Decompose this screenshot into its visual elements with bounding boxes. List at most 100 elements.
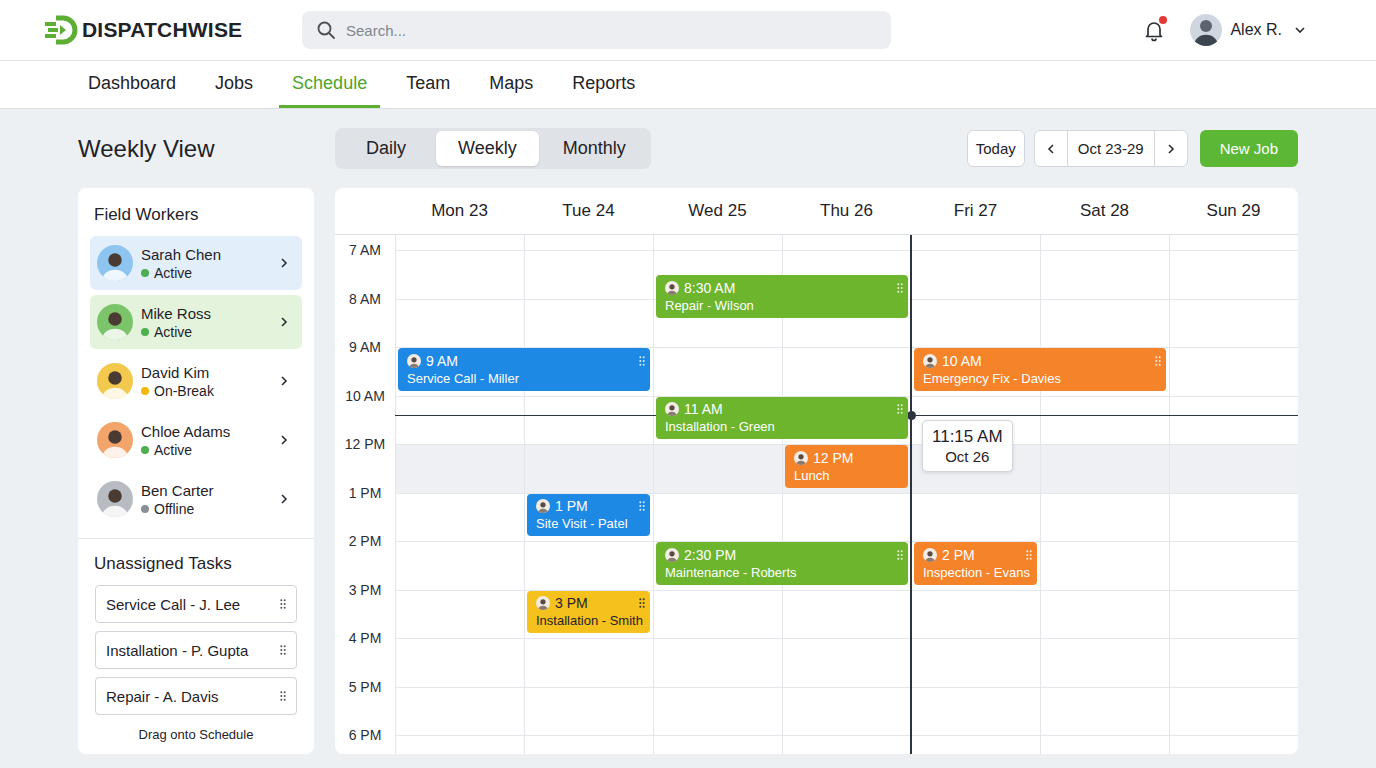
page-title: Weekly View (78, 135, 314, 163)
person-icon (97, 304, 133, 340)
worker-avatar (97, 245, 133, 281)
notifications-button[interactable] (1142, 18, 1166, 42)
view-button[interactable]: Monthly (541, 131, 648, 166)
worker-status: On-Break (141, 382, 270, 400)
user-name: Alex R. (1230, 21, 1282, 39)
user-menu[interactable]: Alex R. (1190, 14, 1306, 46)
worker-name: Chloe Adams (141, 422, 270, 441)
nav-tab[interactable]: Team (393, 61, 463, 108)
day-header-row: Mon 23Tue 24Wed 25Thu 26Fri 27Sat 28Sun … (335, 188, 1298, 235)
time-label: 3 PM (335, 590, 395, 606)
view-button[interactable]: Weekly (436, 131, 539, 166)
event-avatar (407, 354, 421, 368)
worker-status: Active (141, 323, 270, 341)
previous-week-button[interactable] (1035, 131, 1067, 166)
time-label: 1 PM (335, 493, 395, 509)
day-column (1169, 235, 1298, 754)
hour-line (395, 638, 1298, 639)
next-week-button[interactable] (1155, 131, 1187, 166)
person-icon (97, 363, 133, 399)
drag-handle-icon (280, 645, 286, 655)
drag-handle-icon[interactable] (897, 550, 903, 560)
drag-handle-icon[interactable] (1026, 550, 1032, 560)
new-job-button[interactable]: New Job (1200, 130, 1298, 167)
day-column (1040, 235, 1169, 754)
person-icon (97, 481, 133, 517)
time-label: 5 PM (335, 687, 395, 703)
drag-handle-icon[interactable] (639, 598, 645, 608)
calendar-event[interactable]: 3 PM Installation - Smith (527, 591, 650, 634)
day-column (395, 235, 524, 754)
calendar-event[interactable]: 2 PM Inspection - Evans (914, 542, 1037, 585)
drag-handle-icon[interactable] (639, 501, 645, 511)
top-bar: DISPATCHWISE Search... Alex R. (0, 0, 1376, 61)
person-icon (923, 548, 937, 562)
logo-icon (44, 15, 78, 45)
calendar-event[interactable]: 9 AM Service Call - Miller (398, 348, 650, 391)
person-icon (665, 281, 679, 295)
calendar-event[interactable]: 10 AM Emergency Fix - Davies (914, 348, 1166, 391)
schedule-page: Weekly View DailyWeeklyMonthly Today Oct… (0, 109, 1376, 768)
event-title: Service Call - Miller (407, 370, 645, 387)
nav-tab[interactable]: Jobs (202, 61, 266, 108)
unassigned-task[interactable]: Installation - P. Gupta (95, 631, 297, 669)
calendar-event[interactable]: 8:30 AM Repair - Wilson (656, 275, 908, 318)
person-icon (536, 499, 550, 513)
worker-row[interactable]: Ben Carter Offline (90, 472, 302, 526)
calendar-event[interactable]: 11 AM Installation - Green (656, 397, 908, 440)
drag-handle-icon[interactable] (897, 283, 903, 293)
calendar-event[interactable]: 1 PM Site Visit - Patel (527, 494, 650, 537)
search-field[interactable]: Search... (302, 11, 891, 49)
person-icon (97, 422, 133, 458)
event-title: Inspection - Evans (923, 564, 1032, 581)
day-header: Fri 27 (911, 188, 1040, 234)
day-header: Sun 29 (1169, 188, 1298, 234)
unassigned-task[interactable]: Service Call - J. Lee (95, 585, 297, 623)
chevron-right-icon (278, 493, 290, 505)
status-dot (141, 269, 149, 277)
time-label: 9 AM (335, 347, 395, 363)
event-time: 11 AM (684, 400, 723, 418)
panel-divider (78, 538, 314, 539)
worker-status: Active (141, 441, 270, 459)
status-dot (141, 505, 149, 513)
drag-handle-icon[interactable] (1155, 356, 1161, 366)
event-time: 2:30 PM (684, 546, 736, 564)
event-time: 9 AM (426, 352, 458, 370)
unassigned-task[interactable]: Repair - A. Davis (95, 677, 297, 715)
logo[interactable]: DISPATCHWISE (44, 15, 302, 45)
view-button[interactable]: Daily (338, 131, 434, 166)
calendar-event[interactable]: 2:30 PM Maintenance - Roberts (656, 542, 908, 585)
nav-tab[interactable]: Schedule (279, 61, 380, 108)
chevron-right-icon (1165, 143, 1177, 155)
worker-name: David Kim (141, 363, 270, 382)
status-dot (141, 446, 149, 454)
time-label: 7 AM (335, 250, 395, 266)
chevron-right-icon (278, 257, 290, 269)
nav-tab[interactable]: Dashboard (75, 61, 189, 108)
drag-handle-icon[interactable] (639, 356, 645, 366)
now-date: Oct 26 (932, 447, 1003, 466)
event-time: 3 PM (555, 594, 588, 612)
time-label: 12 PM (335, 444, 395, 460)
day-header: Thu 26 (782, 188, 911, 234)
worker-name: Mike Ross (141, 304, 270, 323)
worker-row[interactable]: David Kim On-Break (90, 354, 302, 408)
worker-avatar (97, 304, 133, 340)
worker-row[interactable]: Chloe Adams Active (90, 413, 302, 467)
search-icon (316, 20, 336, 40)
calendar-event[interactable]: 12 PM Lunch (785, 445, 908, 488)
date-range-label: Oct 23-29 (1067, 131, 1155, 166)
event-title: Installation - Green (665, 418, 903, 435)
worker-row[interactable]: Sarah Chen Active (90, 236, 302, 290)
today-button[interactable]: Today (967, 130, 1025, 167)
now-tooltip: 11:15 AM Oct 26 (922, 420, 1013, 472)
nav-tab[interactable]: Maps (476, 61, 546, 108)
unread-dot (1159, 16, 1167, 24)
toolbar: Weekly View DailyWeeklyMonthly Today Oct… (78, 128, 1298, 169)
event-avatar (536, 596, 550, 610)
workers-title: Field Workers (78, 205, 314, 225)
drag-handle-icon[interactable] (897, 404, 903, 414)
worker-row[interactable]: Mike Ross Active (90, 295, 302, 349)
nav-tab[interactable]: Reports (559, 61, 648, 108)
